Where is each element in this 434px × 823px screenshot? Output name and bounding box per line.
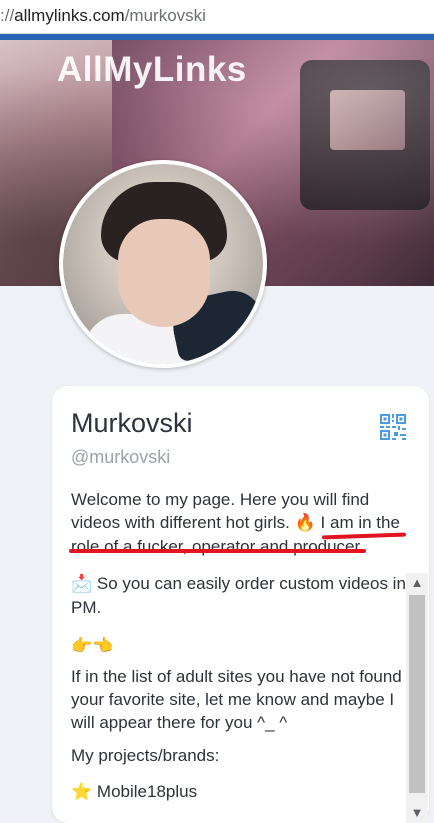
bio-order-text: So you can easily order custom videos in… <box>71 574 406 617</box>
profile-name: Murkovski <box>71 408 193 438</box>
url-prefix: :// <box>0 6 15 25</box>
bio-projects-label: My projects/brands: <box>71 746 220 765</box>
fire-emoji: 🔥 <box>294 513 316 533</box>
allmylinks-logo[interactable]: AllMyLinks <box>57 50 247 90</box>
url-path: /murkovski <box>124 6 206 25</box>
bio-intro: Welcome to my page. Here you will find v… <box>71 488 409 558</box>
pointing-hands-emoji: 👉👈 <box>71 636 114 656</box>
bio-pointing-emojis: 👉👈 <box>71 634 409 658</box>
bio-sites-text: If in the list of adult sites you have n… <box>71 667 402 732</box>
scroll-down-arrow-icon[interactable]: ▼ <box>406 803 428 823</box>
bio-brand-line: ⭐ Mobile18plus <box>71 780 409 804</box>
scrollbar-thumb[interactable] <box>409 595 425 793</box>
red-underline-mark <box>69 549 366 553</box>
bio-intro-end: . <box>359 537 364 556</box>
profile-handle: @murkovski <box>71 447 171 467</box>
brand-name[interactable]: Mobile18plus <box>97 782 197 801</box>
url-text[interactable]: ://allmylinks.com/murkovski <box>0 6 206 26</box>
qr-code-icon[interactable] <box>380 414 406 440</box>
scrollbar[interactable]: ▲ ▼ <box>406 573 428 823</box>
address-bar[interactable]: ://allmylinks.com/murkovski <box>0 0 434 34</box>
envelope-emoji: 📩 <box>71 574 93 594</box>
star-emoji: ⭐ <box>71 782 93 802</box>
scroll-up-arrow-icon[interactable]: ▲ <box>406 573 428 593</box>
url-host: allmylinks.com <box>14 6 125 25</box>
profile-avatar <box>59 160 267 368</box>
profile-card: Murkovski @murkovski Welcome to my page.… <box>52 386 429 823</box>
bio-order-paragraph: 📩 So you can easily order custom videos … <box>71 572 409 619</box>
